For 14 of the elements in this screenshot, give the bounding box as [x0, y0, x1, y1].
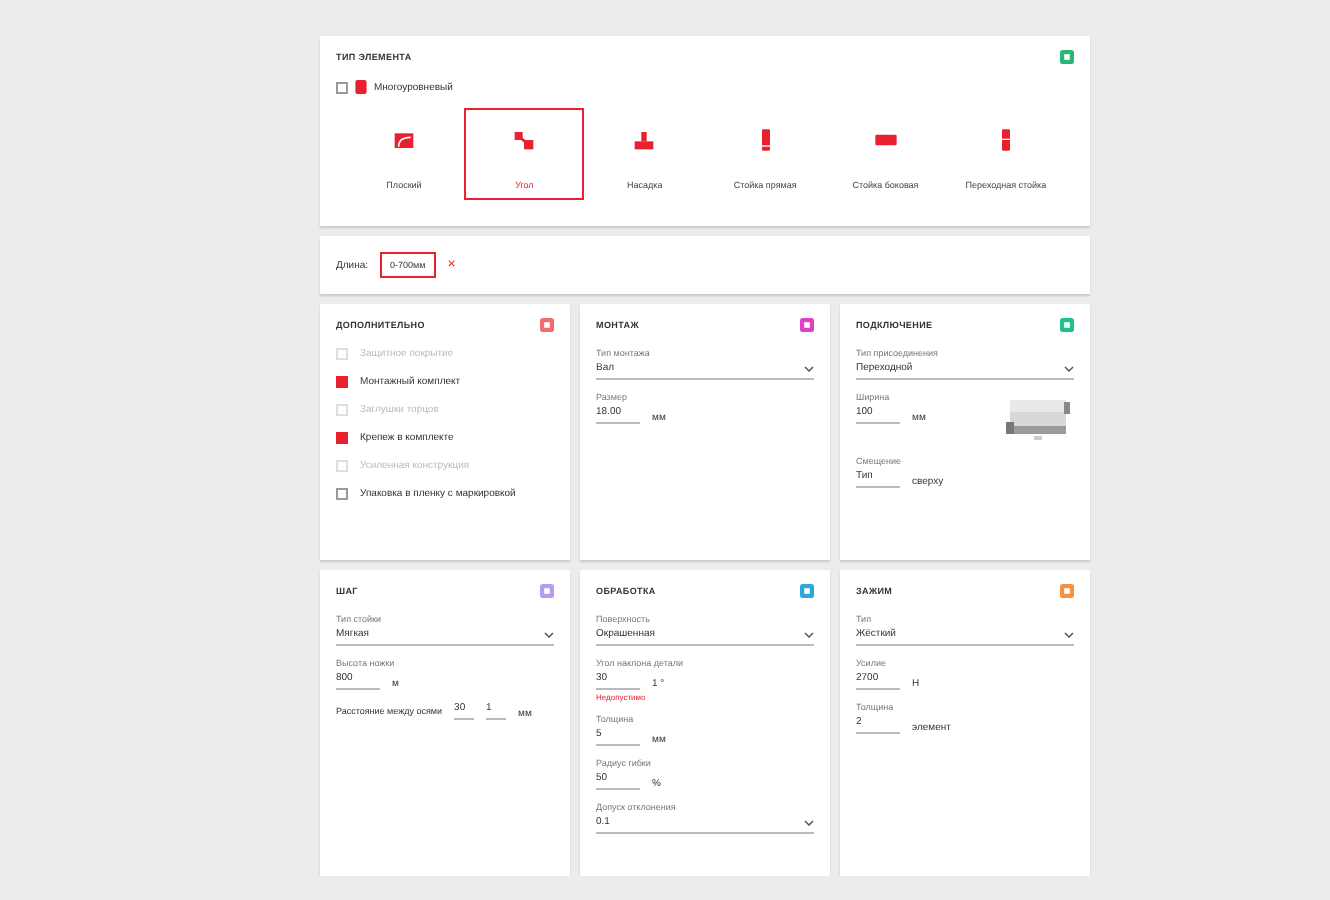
caret-icon: [544, 631, 554, 637]
caret-icon: [804, 365, 814, 371]
caret-icon: [804, 819, 814, 825]
checkbox[interactable]: [336, 432, 348, 444]
element-icon: [632, 128, 657, 152]
checkbox[interactable]: [336, 81, 348, 93]
element-icon: [392, 128, 416, 152]
checkbox[interactable]: [336, 488, 348, 500]
caret-icon: [804, 631, 814, 637]
caret-icon: [1064, 365, 1074, 371]
element-icon: [512, 128, 537, 152]
stack-icon: [354, 80, 368, 94]
checkbox[interactable]: [336, 376, 348, 388]
caret-icon: [1064, 631, 1074, 637]
